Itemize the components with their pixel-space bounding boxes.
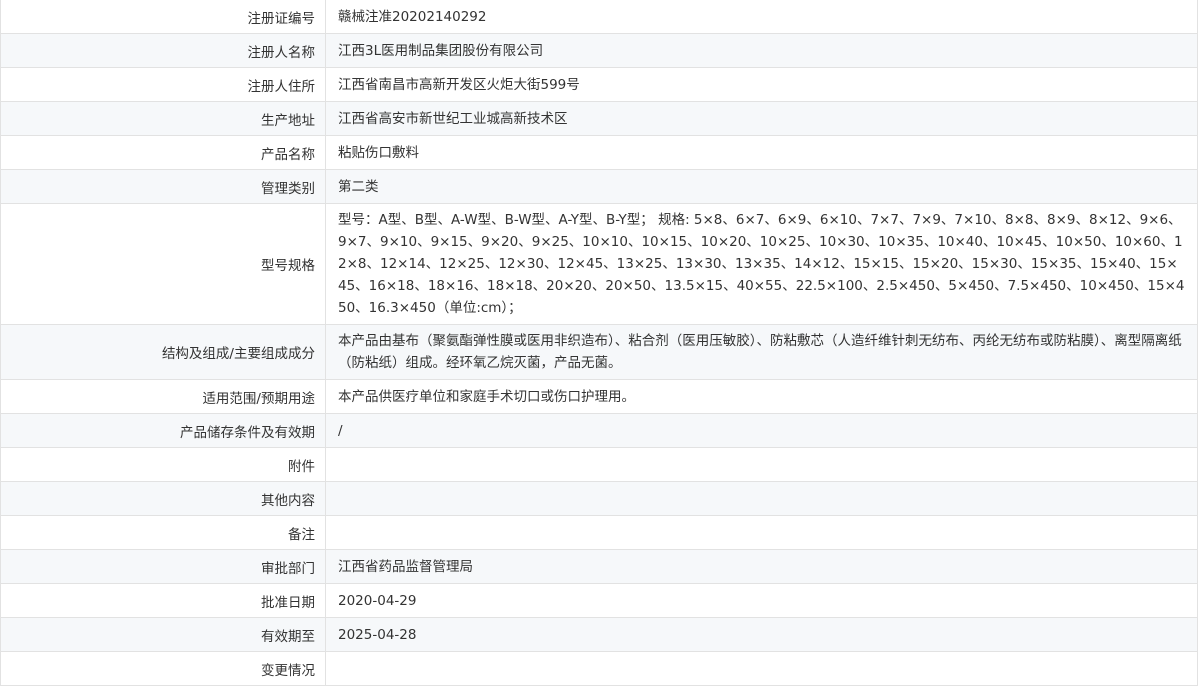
row-label: 注册人住所 <box>0 67 326 102</box>
table-row: 有效期至 2025-04-28 <box>0 617 1198 652</box>
row-value: 本产品由基布（聚氨酯弹性膜或医用非织造布）、粘合剂（医用压敏胶）、防粘敷芯（人造… <box>325 324 1198 380</box>
table-row: 批准日期 2020-04-29 <box>0 583 1198 618</box>
table-row: 型号规格 型号：A型、B型、A-W型、B-W型、A-Y型、B-Y型； 规格: 5… <box>0 203 1198 325</box>
row-label: 产品名称 <box>0 135 326 170</box>
registration-detail-table: 注册证编号 赣械注准20202140292 注册人名称 江西3L医用制品集团股份… <box>0 0 1198 686</box>
row-label: 产品储存条件及有效期 <box>0 413 326 448</box>
row-value: 2025-04-28 <box>325 617 1198 652</box>
row-value: 赣械注准20202140292 <box>325 0 1198 34</box>
table-row: 注册证编号 赣械注准20202140292 <box>0 0 1198 34</box>
row-label: 变更情况 <box>0 651 326 686</box>
row-label: 有效期至 <box>0 617 326 652</box>
row-value: 江西省药品监督管理局 <box>325 549 1198 584</box>
table-row: 产品储存条件及有效期 / <box>0 413 1198 448</box>
row-label: 备注 <box>0 515 326 550</box>
table-row: 其他内容 <box>0 481 1198 516</box>
row-label: 结构及组成/主要组成成分 <box>0 324 326 380</box>
row-label: 适用范围/预期用途 <box>0 379 326 414</box>
row-value <box>325 651 1198 686</box>
row-label: 型号规格 <box>0 203 326 325</box>
row-value: 2020-04-29 <box>325 583 1198 618</box>
row-value: 粘贴伤口敷料 <box>325 135 1198 170</box>
row-value <box>325 481 1198 516</box>
table-row: 注册人住所 江西省南昌市高新开发区火炬大街599号 <box>0 67 1198 102</box>
table-row: 变更情况 <box>0 651 1198 686</box>
row-label: 批准日期 <box>0 583 326 618</box>
table-row: 注册人名称 江西3L医用制品集团股份有限公司 <box>0 33 1198 68</box>
table-row: 附件 <box>0 447 1198 482</box>
table-row: 适用范围/预期用途 本产品供医疗单位和家庭手术切口或伤口护理用。 <box>0 379 1198 414</box>
row-value: / <box>325 413 1198 448</box>
table-row: 审批部门 江西省药品监督管理局 <box>0 549 1198 584</box>
table-row: 产品名称 粘贴伤口敷料 <box>0 135 1198 170</box>
table-row: 结构及组成/主要组成成分 本产品由基布（聚氨酯弹性膜或医用非织造布）、粘合剂（医… <box>0 324 1198 380</box>
row-label: 注册人名称 <box>0 33 326 68</box>
row-value: 第二类 <box>325 169 1198 204</box>
row-label: 附件 <box>0 447 326 482</box>
row-value <box>325 515 1198 550</box>
row-value: 型号：A型、B型、A-W型、B-W型、A-Y型、B-Y型； 规格: 5×8、6×… <box>325 203 1198 325</box>
table-row: 管理类别 第二类 <box>0 169 1198 204</box>
row-label: 其他内容 <box>0 481 326 516</box>
row-label: 生产地址 <box>0 101 326 136</box>
row-value <box>325 447 1198 482</box>
row-value: 江西省高安市新世纪工业城高新技术区 <box>325 101 1198 136</box>
row-value: 江西省南昌市高新开发区火炬大街599号 <box>325 67 1198 102</box>
row-value: 江西3L医用制品集团股份有限公司 <box>325 33 1198 68</box>
table-row: 生产地址 江西省高安市新世纪工业城高新技术区 <box>0 101 1198 136</box>
row-label: 注册证编号 <box>0 0 326 34</box>
table-row: 备注 <box>0 515 1198 550</box>
row-label: 审批部门 <box>0 549 326 584</box>
row-label: 管理类别 <box>0 169 326 204</box>
row-value: 本产品供医疗单位和家庭手术切口或伤口护理用。 <box>325 379 1198 414</box>
